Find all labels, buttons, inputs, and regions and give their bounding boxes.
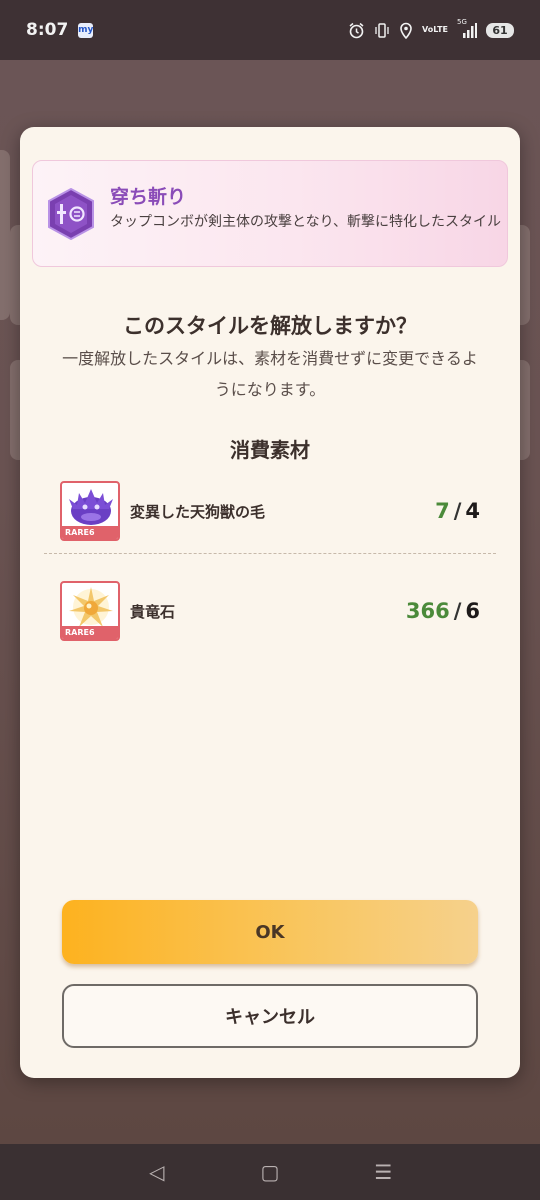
ok-button[interactable]: OK — [62, 900, 478, 964]
back-icon[interactable]: ◁ — [137, 1160, 177, 1184]
recents-icon[interactable]: ☰ — [363, 1160, 403, 1184]
rarity-label: RARE6 — [62, 626, 118, 639]
confirm-title: このスタイルを解放しますか？ — [123, 314, 417, 338]
volte-bottom-text: LTE — [433, 25, 448, 34]
style-description: タップコンボが剣主体の攻撃となり、斬撃に特化したスタイル — [110, 214, 502, 230]
status-bar: 8:07 my Vo LTE 5G 61 — [0, 0, 540, 60]
material-count: 7/4 — [435, 499, 480, 523]
alarm-icon — [348, 22, 365, 39]
materials-heading: 消費素材 — [230, 438, 310, 462]
status-time: 8:07 — [26, 20, 69, 40]
unlock-style-dialog: 穿ち斬り タップコンボが剣主体の攻撃となり、斬撃に特化したスタイル このスタイル… — [20, 127, 520, 1078]
rarity-label: RARE6 — [62, 526, 118, 539]
material-need: 4 — [465, 499, 480, 523]
volte-icon: Vo LTE — [422, 26, 448, 34]
vibrate-icon — [374, 22, 390, 39]
signal-icon: 5G — [457, 18, 477, 39]
network-type-text: 5G — [457, 17, 467, 26]
cancel-button[interactable]: キャンセル — [62, 984, 478, 1048]
background-card — [0, 150, 10, 320]
sword-hexagon-icon — [48, 188, 94, 240]
style-name: 穿ち斬り — [110, 186, 187, 208]
material-need: 6 — [465, 599, 480, 623]
material-name: 貴竜石 — [130, 602, 176, 621]
app-notification-icon: my — [78, 22, 93, 38]
material-row: RARE6 貴竜石 366/6 — [60, 580, 480, 642]
material-row: RARE6 変異した天狗獣の毛 7/4 — [60, 480, 480, 542]
purple-fur-icon: RARE6 — [60, 481, 120, 541]
material-count: 366/6 — [406, 599, 480, 623]
count-separator: / — [453, 599, 462, 623]
location-icon — [399, 22, 413, 39]
material-name: 変異した天狗獣の毛 — [130, 502, 266, 521]
dragon-stone-icon: RARE6 — [60, 581, 120, 641]
material-have: 366 — [405, 599, 450, 623]
style-banner: 穿ち斬り タップコンボが剣主体の攻撃となり、斬撃に特化したスタイル — [32, 160, 508, 267]
home-icon[interactable]: ▢ — [250, 1160, 290, 1184]
battery-icon: 61 — [486, 22, 514, 38]
material-have: 7 — [435, 499, 450, 523]
count-separator: / — [453, 499, 462, 523]
row-divider — [44, 553, 496, 554]
navigation-bar: ◁ ▢ ☰ — [0, 1144, 540, 1200]
confirm-description: 一度解放したスタイルは、素材を消費せずに変更できるようになります。 — [62, 349, 478, 399]
status-icons: Vo LTE 5G 61 — [348, 18, 514, 39]
volte-top-text: Vo — [422, 25, 434, 34]
